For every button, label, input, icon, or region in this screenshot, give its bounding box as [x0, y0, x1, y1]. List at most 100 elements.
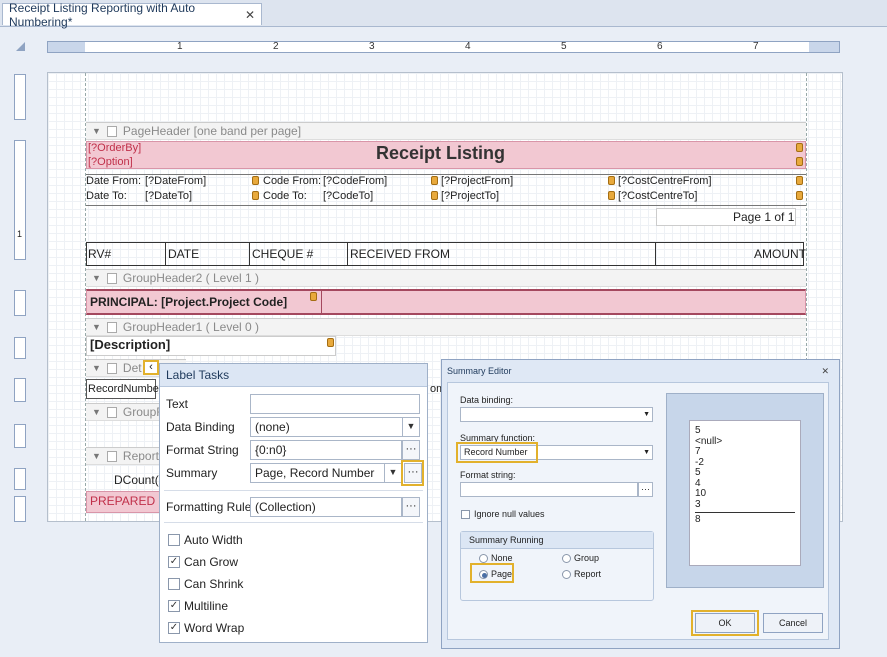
- record-number-field[interactable]: RecordNumbe: [88, 383, 159, 395]
- cost-centre-from-field[interactable]: [?CostCentreFrom]: [618, 175, 712, 187]
- column-header[interactable]: AMOUNT: [754, 247, 806, 261]
- database-icon: [431, 176, 438, 185]
- checkbox[interactable]: ✓: [168, 622, 180, 634]
- database-icon: [796, 143, 803, 152]
- project-from-field[interactable]: [?ProjectFrom]: [441, 175, 513, 187]
- column-header[interactable]: DATE: [168, 247, 199, 261]
- principal-field[interactable]: PRINCIPAL: [Project.Project Code]: [90, 295, 287, 309]
- chevron-down-icon[interactable]: ▼: [402, 417, 419, 437]
- ruler-number: 6: [657, 41, 663, 52]
- option-field[interactable]: [?Option]: [88, 156, 133, 168]
- running-group-radio[interactable]: [562, 554, 571, 563]
- highlight-box: [456, 442, 538, 463]
- chevron-down-icon[interactable]: ▼: [643, 446, 650, 459]
- format-string-input[interactable]: [460, 482, 638, 497]
- date-to-value[interactable]: [?DateTo]: [145, 190, 192, 202]
- collapse-arrow-icon[interactable]: ▼: [92, 273, 101, 283]
- format-string-ellipsis-button[interactable]: ···: [638, 482, 653, 497]
- running-report-radio[interactable]: [562, 570, 571, 579]
- highlight-box: [470, 563, 514, 583]
- vertical-ruler-segment: 1: [14, 140, 26, 260]
- preview-value: 10: [695, 488, 707, 499]
- band-label: Det: [122, 361, 142, 375]
- checkbox[interactable]: [168, 534, 180, 546]
- date-from-value[interactable]: [?DateFrom]: [145, 175, 206, 187]
- data-binding-dropdown[interactable]: ▼: [460, 407, 653, 422]
- checkbox[interactable]: ✓: [168, 600, 180, 612]
- database-icon: [310, 292, 317, 301]
- report-title[interactable]: Receipt Listing: [376, 143, 505, 164]
- summary-dropdown[interactable]: Page, Record Number ▼: [250, 463, 402, 483]
- checkbox-label: Can Shrink: [184, 577, 244, 591]
- formatting-rules-input[interactable]: (Collection): [250, 497, 402, 517]
- database-icon: [796, 176, 803, 185]
- data-binding-value: (none): [255, 420, 290, 434]
- dcount-field[interactable]: DCount(: [114, 473, 159, 487]
- formatting-rules-ellipsis-button[interactable]: ···: [402, 497, 420, 517]
- collapse-arrow-icon[interactable]: ▼: [92, 126, 101, 136]
- document-tab[interactable]: Receipt Listing Reporting with Auto Numb…: [2, 1, 262, 29]
- radio-label: None: [491, 553, 513, 563]
- checkbox[interactable]: ✓: [168, 556, 180, 568]
- preview-value: -2: [695, 456, 704, 468]
- page-header-band[interactable]: ▼ PageHeader [one band per page]: [86, 122, 806, 140]
- description-field[interactable]: [Description]: [90, 337, 170, 352]
- data-binding-label: Data binding:: [460, 395, 514, 405]
- summary-running-label: Summary Running: [461, 532, 653, 549]
- column-header[interactable]: CHEQUE #: [252, 247, 313, 261]
- group-header2-band[interactable]: ▼ GroupHeader2 ( Level 1 ): [86, 269, 806, 287]
- band-label: GroupHeader2 ( Level 1 ): [122, 271, 259, 285]
- summary-editor-titlebar: Summary Editor ✕: [442, 360, 839, 382]
- collapse-arrow-icon[interactable]: ▼: [92, 407, 101, 417]
- collapse-arrow-icon[interactable]: ▼: [92, 363, 101, 373]
- vertical-ruler-segment: [14, 468, 26, 490]
- format-string-input[interactable]: {0:n0}: [250, 440, 402, 460]
- data-binding-dropdown[interactable]: (none) ▼: [250, 417, 420, 437]
- chevron-down-icon[interactable]: ▼: [384, 463, 401, 483]
- radio-label: Report: [574, 569, 602, 579]
- running-none-radio[interactable]: [479, 554, 488, 563]
- database-icon: [252, 191, 259, 200]
- ignore-null-label: Ignore null values: [474, 509, 545, 519]
- date-to-label[interactable]: Date To:: [86, 190, 127, 202]
- code-to-label[interactable]: Code To:: [263, 190, 307, 202]
- prepared-by-field[interactable]: PREPARED B: [90, 494, 166, 508]
- ruler-number: 3: [369, 41, 375, 52]
- column-header[interactable]: RV#: [88, 247, 111, 261]
- vertical-ruler-segment: [14, 290, 26, 316]
- chevron-down-icon[interactable]: ▼: [643, 408, 650, 421]
- close-icon[interactable]: ✕: [245, 8, 255, 22]
- cancel-button[interactable]: Cancel: [763, 613, 823, 633]
- ignore-null-checkbox[interactable]: [461, 510, 470, 519]
- group-header1-band[interactable]: ▼ GroupHeader1 ( Level 0 ): [86, 318, 806, 336]
- page-number-field[interactable]: Page 1 of 1: [733, 210, 794, 224]
- date-from-label[interactable]: Date From:: [86, 175, 141, 187]
- radio-label: Group: [574, 553, 600, 563]
- checkbox-label: Auto Width: [184, 533, 243, 547]
- collapse-arrow-icon[interactable]: ▼: [92, 451, 101, 461]
- band-icon: [106, 272, 117, 284]
- format-string-label: Format string:: [460, 470, 516, 480]
- checkbox[interactable]: [168, 578, 180, 590]
- preview-value: 7: [695, 446, 701, 457]
- highlight-box: [401, 460, 424, 486]
- summary-value: Page, Record Number: [255, 466, 375, 480]
- band-icon: [106, 321, 117, 333]
- project-to-field[interactable]: [?ProjectTo]: [441, 190, 499, 202]
- ruler-number: 5: [561, 41, 567, 52]
- format-string-ellipsis-button[interactable]: ···: [402, 440, 420, 460]
- cost-centre-to-field[interactable]: [?CostCentreTo]: [618, 190, 697, 202]
- column-header[interactable]: RECEIVED FROM: [350, 247, 450, 261]
- smart-tag-button[interactable]: ‹: [143, 360, 159, 375]
- code-from-value[interactable]: [?CodeFrom]: [323, 175, 387, 187]
- text-input[interactable]: [250, 394, 420, 414]
- order-by-field[interactable]: [?OrderBy]: [88, 142, 141, 154]
- database-icon: [431, 191, 438, 200]
- code-from-label[interactable]: Code From:: [263, 175, 321, 187]
- vertical-ruler-segment: [14, 74, 26, 120]
- data-binding-label: Data Binding: [166, 420, 235, 434]
- collapse-arrow-icon[interactable]: ▼: [92, 322, 101, 332]
- close-icon[interactable]: ✕: [821, 366, 829, 377]
- code-to-value[interactable]: [?CodeTo]: [323, 190, 373, 202]
- database-icon: [608, 191, 615, 200]
